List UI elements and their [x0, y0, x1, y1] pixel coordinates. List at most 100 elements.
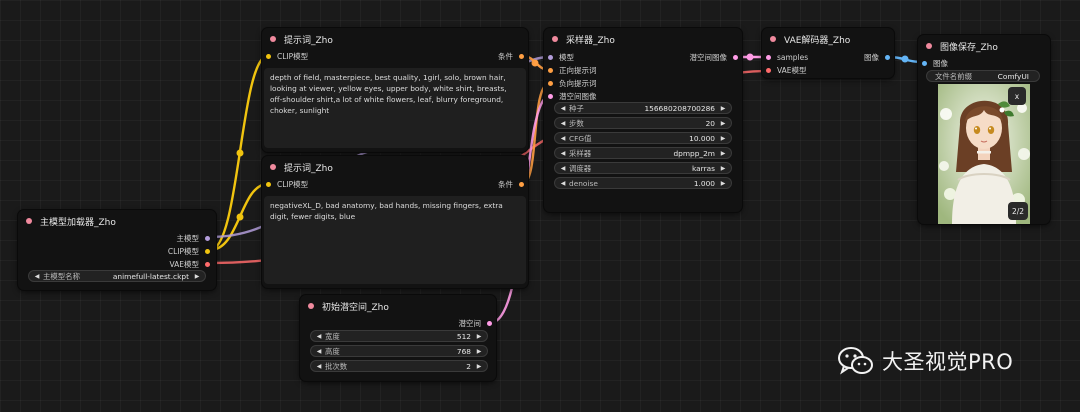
decrement-arrow-icon[interactable]: ◀: [315, 348, 323, 355]
output-latent[interactable]: 潜空间: [459, 317, 492, 329]
output-socket[interactable]: [733, 54, 738, 60]
prompt-negative-node[interactable]: 提示词_Zho CLIP模型 条件 negativeXL_D, bad anat…: [262, 156, 528, 288]
output-socket[interactable]: [519, 181, 524, 187]
prompt-negative-textarea[interactable]: negativeXL_D, bad anatomy, bad hands, mi…: [264, 196, 526, 284]
model-name-select[interactable]: ◀ 主模型名称 animefull-latest.ckpt ▶: [28, 270, 206, 282]
input-label: 潜空间图像: [559, 91, 597, 101]
input-socket[interactable]: [766, 54, 771, 60]
steps-widget[interactable]: ◀ 步数 20 ▶: [554, 117, 732, 129]
widget-label: 主模型名称: [43, 271, 80, 281]
scheduler-widget[interactable]: ◀ 调度器 karras ▶: [554, 162, 732, 174]
widget-value: karras: [691, 163, 715, 173]
decrement-arrow-icon[interactable]: ◀: [315, 333, 323, 340]
input-model[interactable]: 模型: [548, 51, 574, 63]
decrement-arrow-icon[interactable]: ◀: [315, 363, 323, 370]
increment-arrow-icon[interactable]: ▶: [475, 333, 483, 340]
sampler-name-widget[interactable]: ◀ 采样器 dpmpp_2m ▶: [554, 147, 732, 159]
decrement-arrow-icon[interactable]: ◀: [559, 120, 567, 127]
node-title: 图像保存_Zho: [918, 35, 1050, 57]
height-widget[interactable]: ◀ 高度 768 ▶: [310, 345, 488, 357]
node-status-dot: [308, 303, 314, 309]
output-image[interactable]: 图像: [864, 51, 890, 63]
node-status-dot: [926, 43, 932, 49]
decrement-arrow-icon[interactable]: ◀: [559, 165, 567, 172]
output-socket[interactable]: [519, 53, 524, 59]
widget-value: ComfyUI: [997, 71, 1029, 81]
output-clip[interactable]: CLIP模型: [168, 245, 210, 257]
input-socket[interactable]: [548, 54, 553, 60]
widget-value: animefull-latest.ckpt: [112, 271, 189, 281]
generated-image-preview[interactable]: x 2/2: [938, 84, 1030, 224]
model-loader-node[interactable]: 主模型加载器_Zho 主模型 CLIP模型 VAE模型 ◀ 主模型名称 anim…: [18, 210, 216, 290]
increment-arrow-icon[interactable]: ▶: [719, 150, 727, 157]
increment-arrow-icon[interactable]: ▶: [475, 363, 483, 370]
prompt-positive-textarea[interactable]: depth of field, masterpiece, best qualit…: [264, 68, 526, 148]
input-socket[interactable]: [766, 67, 771, 73]
input-socket[interactable]: [266, 181, 271, 187]
output-conditioning[interactable]: 条件: [498, 50, 524, 62]
wechat-icon: [838, 347, 873, 375]
input-latent[interactable]: 潜空间图像: [548, 90, 597, 102]
input-socket[interactable]: [548, 80, 553, 86]
close-preview-button[interactable]: x: [1008, 87, 1026, 105]
output-model[interactable]: 主模型: [177, 232, 210, 244]
input-negative[interactable]: 负向提示词: [548, 77, 597, 89]
input-vae[interactable]: VAE模型: [766, 64, 807, 76]
input-socket[interactable]: [548, 67, 553, 73]
decrement-arrow-icon[interactable]: ◀: [33, 273, 41, 280]
decrement-arrow-icon[interactable]: ◀: [559, 135, 567, 142]
widget-value: 2: [466, 361, 471, 371]
output-socket[interactable]: [885, 54, 890, 60]
output-vae[interactable]: VAE模型: [169, 258, 210, 270]
output-label: 潜空间图像: [689, 52, 728, 62]
input-clip[interactable]: CLIP模型: [266, 50, 308, 62]
widget-value: 1.000: [693, 178, 715, 188]
node-title: 采样器_Zho: [544, 28, 742, 50]
input-socket[interactable]: [922, 60, 927, 66]
input-label: 图像: [933, 58, 948, 68]
seed-widget[interactable]: ◀ 种子 156680208700286 ▶: [554, 102, 732, 114]
input-positive[interactable]: 正向提示词: [548, 64, 597, 76]
input-socket[interactable]: [548, 93, 553, 99]
vae-decoder-node[interactable]: VAE解码器_Zho samples VAE模型 图像: [762, 28, 894, 78]
output-socket[interactable]: [205, 235, 210, 241]
increment-arrow-icon[interactable]: ▶: [719, 120, 727, 127]
input-socket[interactable]: [266, 53, 271, 59]
increment-arrow-icon[interactable]: ▶: [193, 273, 201, 280]
decrement-arrow-icon[interactable]: ◀: [559, 180, 567, 187]
output-socket[interactable]: [205, 248, 210, 254]
input-clip[interactable]: CLIP模型: [266, 178, 308, 190]
increment-arrow-icon[interactable]: ▶: [719, 165, 727, 172]
output-socket[interactable]: [487, 320, 492, 326]
increment-arrow-icon[interactable]: ▶: [475, 348, 483, 355]
wire-clip-pos: [208, 54, 270, 252]
increment-arrow-icon[interactable]: ▶: [719, 105, 727, 112]
widget-value: dpmpp_2m: [673, 148, 715, 158]
widget-label: 宽度: [325, 331, 340, 341]
output-latent[interactable]: 潜空间图像: [689, 51, 738, 63]
sampler-node[interactable]: 采样器_Zho 模型 正向提示词 负向提示词 潜空间图像 潜空间图像 ◀ 种子 …: [544, 28, 742, 212]
empty-latent-node[interactable]: 初始潜空间_Zho 潜空间 ◀ 宽度 512 ▶ ◀ 高度 768 ▶ ◀ 批次…: [300, 295, 496, 381]
filename-prefix-widget[interactable]: 文件名前缀 ComfyUI: [926, 70, 1040, 82]
output-socket[interactable]: [205, 261, 210, 267]
reroute-dot: [236, 149, 244, 157]
cfg-widget[interactable]: ◀ CFG值 10.000 ▶: [554, 132, 732, 144]
prompt-positive-node[interactable]: 提示词_Zho CLIP模型 条件 depth of field, master…: [262, 28, 528, 152]
decrement-arrow-icon[interactable]: ◀: [559, 105, 567, 112]
increment-arrow-icon[interactable]: ▶: [719, 180, 727, 187]
width-widget[interactable]: ◀ 宽度 512 ▶: [310, 330, 488, 342]
image-save-node[interactable]: 图像保存_Zho 图像 文件名前缀 ComfyUI x 2/2: [918, 35, 1050, 224]
output-label: 条件: [498, 51, 513, 61]
sampler-title: 采样器_Zho: [566, 35, 615, 46]
input-image[interactable]: 图像: [922, 57, 948, 69]
increment-arrow-icon[interactable]: ▶: [719, 135, 727, 142]
output-conditioning[interactable]: 条件: [498, 178, 524, 190]
node-status-dot: [26, 218, 32, 224]
image-counter-badge[interactable]: 2/2: [1008, 202, 1028, 220]
input-samples[interactable]: samples: [766, 51, 808, 63]
widget-value: 156680208700286: [644, 103, 715, 113]
batch-size-widget[interactable]: ◀ 批次数 2 ▶: [310, 360, 488, 372]
denoise-widget[interactable]: ◀ denoise 1.000 ▶: [554, 177, 732, 189]
input-label: VAE模型: [777, 65, 807, 75]
decrement-arrow-icon[interactable]: ◀: [559, 150, 567, 157]
